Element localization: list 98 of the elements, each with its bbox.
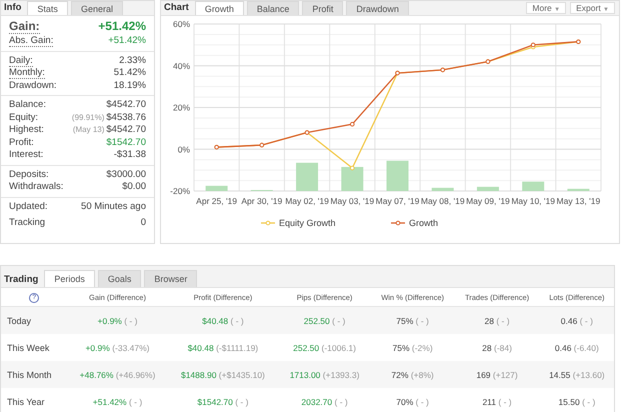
- stat-label: Equity:: [9, 112, 38, 122]
- period-label: This Month: [7, 370, 52, 380]
- stat-value: $4542.70: [106, 99, 146, 110]
- table-cell: 28 ( - ): [484, 316, 510, 326]
- chart-bar: [476, 186, 499, 191]
- axis-label: 60%: [172, 19, 190, 29]
- table-cell: 28 (-84): [482, 342, 512, 352]
- period-label: This Week: [7, 342, 50, 352]
- axis-label: May 03, '19: [330, 196, 374, 206]
- stat-label: Daily:: [9, 54, 33, 66]
- table-cell: 70% ( - ): [396, 396, 429, 406]
- stat-value: $0.00: [122, 181, 146, 192]
- point: [350, 122, 355, 126]
- axis-label: May 02, '19: [285, 196, 329, 206]
- stat-value: 18.19%: [114, 80, 146, 90]
- stat-value: -$31.38: [114, 149, 146, 160]
- table-cell: 169 (+127): [476, 370, 518, 380]
- axis-label: -20%: [170, 186, 190, 196]
- axis-label: May 10, '19: [511, 196, 555, 206]
- table-cell: 1713.00 (+1393.3): [290, 370, 360, 380]
- stat-label: Monthly:: [9, 67, 45, 79]
- panel-title: Trading: [3, 274, 40, 287]
- stat-label: Drawdown:: [9, 80, 57, 90]
- tab[interactable]: Balance: [246, 1, 300, 15]
- table-cell: +0.9% (-33.47%): [85, 342, 150, 352]
- tab[interactable]: Browser: [144, 270, 198, 287]
- stat-label: Tracking: [9, 216, 46, 228]
- axis-label: 20%: [172, 102, 190, 112]
- chart-bar: [522, 182, 544, 191]
- tab[interactable]: Periods: [44, 270, 95, 287]
- stat-label: Updated:: [9, 200, 48, 212]
- stat-note: (99.91%): [72, 112, 104, 122]
- axis-label: May 07, '19: [376, 196, 420, 206]
- tab[interactable]: Stats: [27, 1, 68, 15]
- axis-label: 0%: [178, 144, 190, 154]
- period-label: This Year: [7, 396, 45, 406]
- point: [350, 166, 355, 170]
- chart-bar: [432, 188, 454, 191]
- legend-label: Growth: [409, 218, 438, 228]
- period-label: Today: [7, 316, 32, 326]
- axis-label: 40%: [172, 60, 190, 71]
- stat-value: $4538.76: [106, 112, 146, 122]
- table-cell: 75% (-2%): [392, 342, 433, 352]
- tab[interactable]: Goals: [98, 270, 142, 287]
- stat-value: 50 Minutes ago: [81, 200, 146, 212]
- tab[interactable]: Profit: [302, 1, 344, 15]
- table-cell: 72% (+8%): [391, 370, 434, 380]
- stat-value: +51.42%: [108, 35, 146, 46]
- legend-marker: [261, 220, 275, 226]
- table-cell: 252.50 (-1006.1): [293, 342, 356, 352]
- stat-note: (May 13): [72, 125, 104, 134]
- table-cell: 14.55 (+13.60): [549, 370, 605, 380]
- chart-bar: [341, 166, 364, 191]
- stat-label: Gain:: [9, 19, 40, 34]
- axis-label: May 09, '19: [466, 196, 510, 206]
- stat-value: +51.42%: [98, 19, 146, 33]
- legend-marker: [391, 220, 405, 226]
- table-cell: 211 ( - ): [482, 396, 512, 406]
- tab[interactable]: Growth: [194, 1, 244, 15]
- axis-label: May 13, '19: [556, 196, 600, 206]
- stat-value: 0: [140, 216, 146, 228]
- tab[interactable]: Drawdown: [346, 1, 409, 15]
- stat-value: $4542.70: [106, 124, 146, 135]
- stat-value: 2.33%: [119, 54, 146, 66]
- table-cell: +48.76% (+46.96%): [80, 370, 156, 380]
- stat-label: Balance:: [9, 99, 46, 110]
- table-cell: +51.42% ( - ): [92, 396, 142, 406]
- table-cell: 2032.70 ( - ): [301, 396, 348, 406]
- table-cell: 75% ( - ): [396, 316, 429, 326]
- table-cell: $40.48 (-$1111.19): [188, 342, 258, 352]
- stat-value: 51.42%: [114, 67, 146, 78]
- table-cell: 0.46 (-6.40): [554, 342, 599, 352]
- stat-label: Abs. Gain:: [9, 35, 54, 47]
- table-cell: $1542.70 ( - ): [197, 396, 248, 406]
- legend-label: Equity Growth: [279, 218, 336, 228]
- panel-title: Info: [3, 2, 22, 15]
- table-cell: $40.48 ( - ): [202, 316, 244, 326]
- axis-label: Apr 25, '19: [196, 196, 238, 206]
- stat-label: Interest:: [9, 149, 44, 160]
- chart-bar: [206, 186, 228, 191]
- panel-title: Chart: [163, 2, 190, 15]
- tab[interactable]: General: [70, 1, 123, 15]
- stat-label: Deposits:: [9, 168, 49, 180]
- axis-label: Apr 30, '19: [241, 196, 282, 206]
- table-cell: +0.9% ( - ): [98, 316, 138, 326]
- stat-value: $3000.00: [106, 168, 146, 180]
- table-cell: $1488.90 (+$1435.10): [180, 370, 265, 380]
- stat-value: $1542.70: [106, 136, 146, 148]
- chart-bar: [386, 160, 408, 191]
- table-cell: 15.50 ( - ): [558, 396, 596, 406]
- chart-bar: [296, 162, 318, 191]
- table-cell: 0.46 ( - ): [560, 316, 593, 326]
- stat-label: Highest:: [9, 124, 44, 135]
- axis-label: May 08, '19: [420, 196, 465, 206]
- table-cell: 252.50 ( - ): [304, 316, 346, 326]
- chart-bar: [567, 188, 590, 191]
- stat-label: Profit:: [9, 136, 34, 148]
- stat-label: Withdrawals:: [9, 181, 64, 192]
